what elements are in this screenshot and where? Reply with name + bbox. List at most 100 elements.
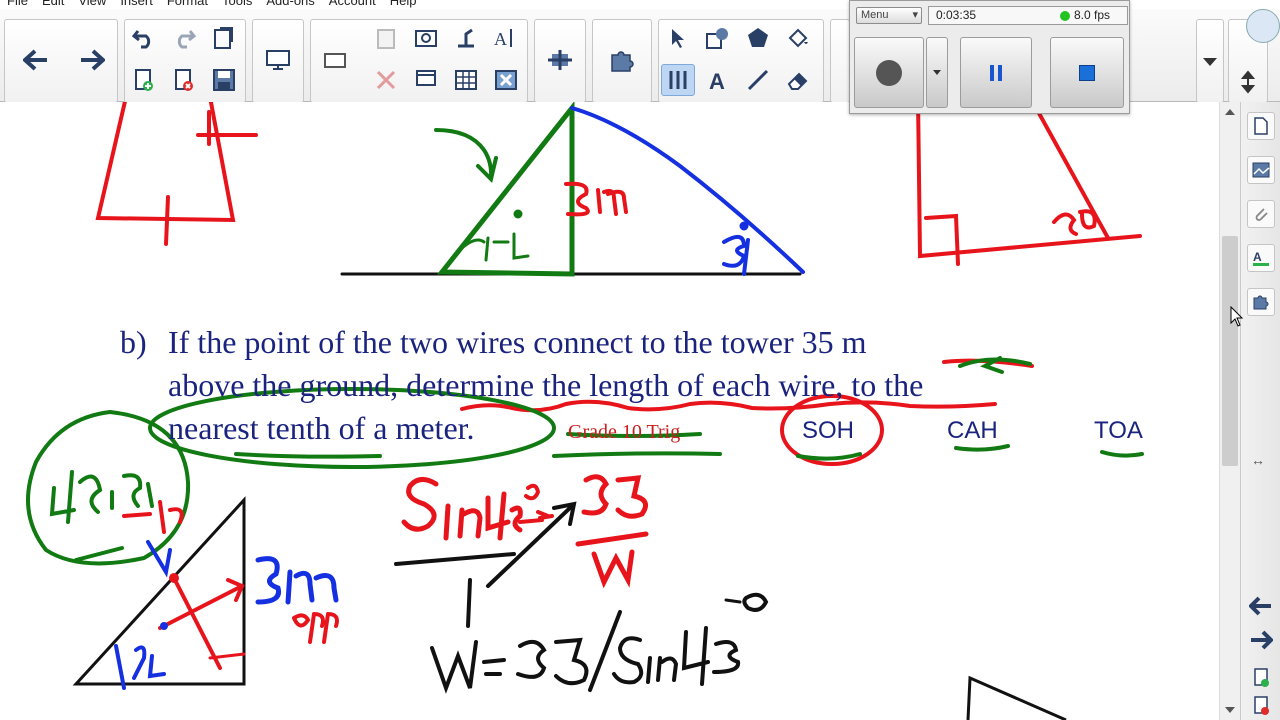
recorder-time: 0:03:35 (936, 8, 977, 22)
ink-tower-diagram (340, 102, 805, 277)
cah-label: CAH (947, 417, 998, 444)
problem-line-3: nearest tenth of a meter. (168, 410, 475, 446)
svg-text:A: A (709, 69, 725, 92)
next-page-icon[interactable] (1249, 630, 1274, 655)
add-page-icon[interactable] (1253, 668, 1271, 693)
stop-button[interactable] (1050, 37, 1124, 108)
display-group (252, 19, 304, 103)
save-icon[interactable] (207, 64, 241, 96)
vertical-scrollbar[interactable] (1219, 102, 1240, 720)
properties-icon[interactable]: A (1247, 244, 1275, 272)
recorder-fps: 8.0 fps (1074, 8, 1111, 22)
tools-group: A (658, 19, 824, 103)
resize-arrows-icon[interactable]: ↔ (1251, 452, 1265, 468)
pause-icon (990, 64, 1002, 81)
recording-indicator-icon (1060, 11, 1070, 21)
grade-label: Grade 10 Trig (568, 421, 681, 443)
eraser-icon[interactable] (781, 64, 815, 96)
menu-file[interactable]: File (0, 0, 35, 9)
scroll-thumb[interactable] (1222, 236, 1238, 466)
record-options-button[interactable] (926, 37, 948, 108)
stop-icon (1079, 64, 1095, 81)
record-icon (876, 59, 902, 86)
toa-label: TOA (1094, 417, 1143, 444)
table-icon[interactable] (449, 64, 483, 96)
scroll-down-icon[interactable] (1225, 707, 1235, 713)
whiteboard-canvas[interactable]: b) If the point of the two wires connect… (0, 102, 1219, 720)
mouse-cursor-icon (1230, 306, 1244, 327)
menu-edit[interactable]: Edit (35, 0, 71, 9)
text-icon[interactable]: A (701, 64, 735, 96)
line-icon[interactable] (741, 64, 775, 96)
screen-recorder-panel: Menu 0:03:35 8.0 fps (849, 0, 1130, 114)
screen-icon[interactable] (409, 64, 443, 96)
svg-text:A: A (1253, 250, 1262, 264)
toolbar-move-icon[interactable] (1231, 66, 1265, 98)
pen-icon[interactable] (661, 64, 695, 96)
redo-icon[interactable] (167, 22, 201, 54)
attachments-icon[interactable] (1247, 200, 1275, 228)
notebook-window: File Edit View Insert Format Tools Add-o… (0, 0, 1280, 720)
undo-icon[interactable] (127, 22, 161, 54)
svg-text:A: A (494, 29, 507, 49)
menu-format[interactable]: Format (160, 0, 215, 9)
menu-account[interactable]: Account (322, 0, 383, 9)
activity-group (534, 19, 586, 103)
ink-partial-shape (966, 675, 1067, 720)
ink-bottom-triangle (72, 496, 339, 690)
menu-tools[interactable]: Tools (215, 0, 259, 9)
scroll-up-icon[interactable] (1225, 109, 1235, 115)
delete-icon[interactable] (369, 64, 403, 96)
fill-icon[interactable] (781, 22, 815, 54)
polygon-icon[interactable] (741, 22, 775, 54)
ink-sine-equation (394, 474, 769, 694)
delete-page-icon[interactable] (167, 64, 201, 96)
paste-icon[interactable] (207, 22, 241, 54)
screen-shade-icon[interactable] (261, 44, 295, 76)
document-camera-icon[interactable] (449, 22, 483, 54)
select-icon[interactable] (661, 22, 695, 54)
menu-bar: File Edit View Insert Format Tools Add-o… (0, 0, 850, 9)
delete-page-side-icon[interactable] (1253, 696, 1271, 720)
gallery-icon[interactable] (1247, 156, 1275, 184)
recorder-status-bar: 0:03:35 8.0 fps (928, 6, 1128, 25)
part-label: b) (120, 324, 147, 360)
handwriting-icon[interactable]: A (489, 22, 523, 54)
recorder-menu-dropdown[interactable]: Menu (856, 7, 922, 24)
edit-group (124, 19, 246, 103)
activity-icon[interactable] (543, 44, 577, 76)
clipboard-icon[interactable] (369, 22, 403, 54)
back-arrow-icon[interactable] (19, 44, 53, 76)
ink-red-triangle (95, 102, 258, 246)
side-panel: A ↔ (1240, 102, 1280, 720)
addons-panel-icon[interactable] (1247, 288, 1275, 316)
menu-help[interactable]: Help (383, 0, 424, 9)
soh-label: SOH (802, 417, 855, 444)
pen-tray-icon[interactable] (1246, 9, 1280, 43)
recorder-menu-label: Menu (861, 9, 889, 21)
chevron-down-icon (933, 70, 941, 75)
clear-icon[interactable] (489, 64, 523, 96)
shapes-icon[interactable] (701, 22, 735, 54)
nav-group (4, 19, 118, 103)
new-page-icon[interactable] (127, 64, 161, 96)
toolbar-more-group (1196, 19, 1224, 103)
menu-view[interactable]: View (71, 0, 113, 9)
addon-group (592, 19, 652, 103)
problem-line-2: above the ground, determine the length o… (168, 367, 924, 403)
insert-group: A (310, 19, 528, 103)
forward-arrow-icon[interactable] (75, 44, 109, 76)
problem-line-1: If the point of the two wires connect to… (168, 324, 867, 360)
chevron-down-icon[interactable] (1203, 58, 1217, 66)
capture-icon[interactable] (409, 22, 443, 54)
addon-icon[interactable] (605, 44, 639, 76)
camera-icon[interactable] (319, 44, 353, 76)
record-button[interactable] (854, 37, 924, 108)
menu-addons[interactable]: Add-ons (259, 0, 321, 9)
ink-red-right-triangle (916, 102, 1142, 266)
page-sorter-icon[interactable] (1247, 112, 1275, 140)
pause-button[interactable] (960, 37, 1032, 108)
menu-insert[interactable]: Insert (113, 0, 160, 9)
previous-page-icon[interactable] (1248, 596, 1273, 621)
more-group (830, 19, 850, 103)
